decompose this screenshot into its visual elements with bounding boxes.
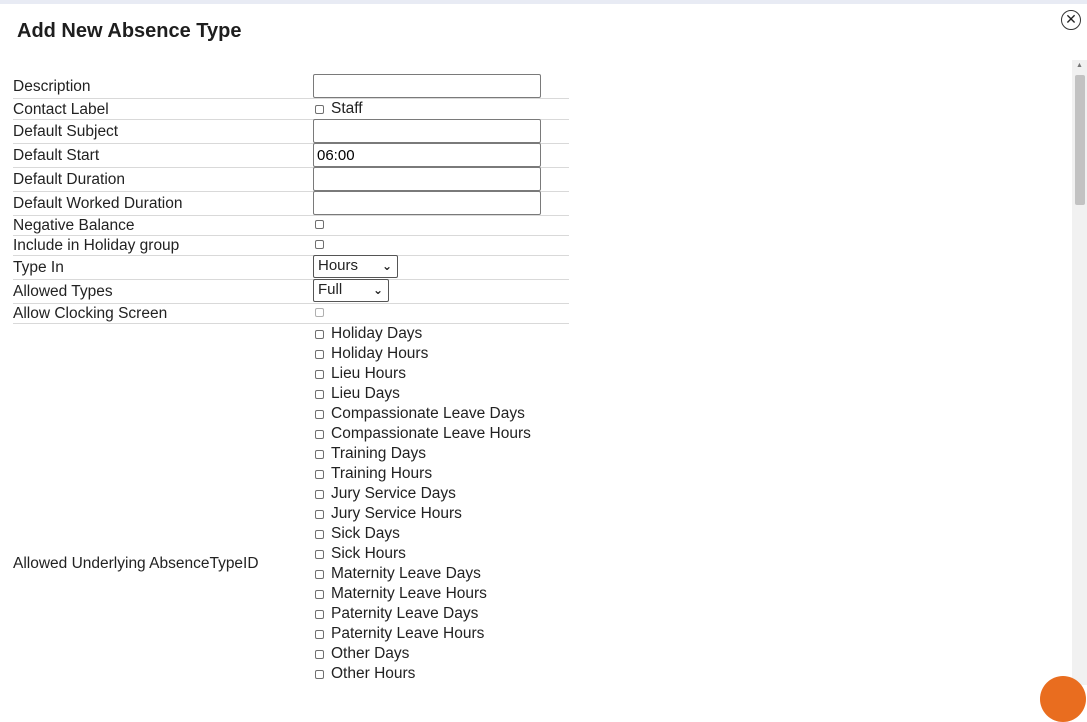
underlying-option-checkbox[interactable] [315, 389, 324, 399]
type-in-row: Type In Hours ⌄ [13, 255, 569, 280]
underlying-option-label: Sick Hours [331, 545, 406, 562]
underlying-option-label: Paternity Leave Hours [331, 625, 485, 642]
underlying-option-checkbox[interactable] [315, 529, 324, 539]
contact-label-label: Contact Label [13, 101, 109, 118]
underlying-option-checkbox[interactable] [315, 609, 324, 619]
underlying-option-checkbox[interactable] [315, 409, 324, 419]
underlying-option-label: Lieu Hours [331, 365, 406, 382]
contact-label-row: Contact Label Staff [13, 99, 569, 120]
include-in-holiday-group-checkbox[interactable] [315, 240, 324, 250]
staff-checkbox-label: Staff [331, 100, 363, 117]
underlying-option-label: Paternity Leave Days [331, 605, 479, 622]
underlying-option-item[interactable]: Other Days [315, 644, 409, 664]
allowed-underlying-label: Allowed Underlying AbsenceTypeID [13, 555, 259, 572]
underlying-option-label: Other Hours [331, 665, 416, 682]
type-in-label: Type In [13, 259, 64, 276]
chevron-down-icon: ⌄ [372, 283, 383, 297]
default-worked-duration-input[interactable] [313, 191, 541, 215]
underlying-option-item[interactable]: Training Days [315, 444, 426, 464]
underlying-option-item[interactable]: Holiday Hours [315, 344, 428, 364]
underlying-option-item[interactable]: Jury Service Hours [315, 504, 462, 524]
description-row: Description [13, 74, 569, 99]
underlying-option-label: Training Hours [331, 465, 433, 482]
underlying-option-checkbox[interactable] [315, 469, 324, 479]
allowed-types-select[interactable]: Full ⌄ [313, 279, 389, 302]
underlying-option-label: Lieu Days [331, 385, 400, 402]
include-in-holiday-group-label: Include in Holiday group [13, 237, 180, 254]
underlying-option-label: Holiday Hours [331, 345, 429, 362]
underlying-option-item[interactable]: Lieu Days [315, 384, 400, 404]
include-in-holiday-group-row: Include in Holiday group [13, 236, 569, 256]
default-duration-input[interactable] [313, 167, 541, 191]
underlying-option-item[interactable]: Compassionate Leave Hours [315, 424, 531, 444]
allowed-types-selected-value: Full [318, 281, 343, 298]
underlying-option-item[interactable]: Sick Days [315, 524, 400, 544]
underlying-option-item[interactable]: Paternity Leave Days [315, 604, 478, 624]
underlying-option-checkbox[interactable] [315, 429, 324, 439]
description-label: Description [13, 78, 91, 95]
underlying-option-item[interactable]: Compassionate Leave Days [315, 404, 525, 424]
underlying-option-checkbox[interactable] [315, 349, 324, 359]
allow-clocking-screen-label: Allow Clocking Screen [13, 305, 168, 322]
underlying-option-label: Maternity Leave Hours [331, 585, 487, 602]
default-start-row: Default Start [13, 143, 569, 168]
underlying-option-item[interactable]: Maternity Leave Hours [315, 584, 487, 604]
staff-checkbox[interactable] [315, 104, 324, 114]
scrollbar-thumb[interactable] [1075, 75, 1085, 205]
scroll-up-icon[interactable]: ▲ [1076, 62, 1083, 69]
underlying-option-item[interactable]: Maternity Leave Days [315, 564, 481, 584]
negative-balance-label: Negative Balance [13, 217, 135, 234]
underlying-option-item[interactable]: Jury Service Days [315, 484, 456, 504]
underlying-option-label: Jury Service Hours [331, 505, 462, 522]
underlying-option-item[interactable]: Training Hours [315, 464, 432, 484]
default-subject-label: Default Subject [13, 123, 119, 140]
underlying-option-item[interactable]: Other Hours [315, 664, 415, 684]
underlying-option-label: Holiday Days [331, 325, 423, 342]
underlying-option-label: Sick Days [331, 525, 400, 542]
underlying-option-item[interactable]: Lieu Hours [315, 364, 406, 384]
default-start-label: Default Start [13, 147, 100, 164]
underlying-option-label: Jury Service Days [331, 485, 456, 502]
negative-balance-checkbox[interactable] [315, 220, 324, 230]
underlying-option-checkbox[interactable] [315, 589, 324, 599]
underlying-option-checkbox[interactable] [315, 449, 324, 459]
default-worked-duration-row: Default Worked Duration [13, 191, 569, 216]
underlying-option-checkbox[interactable] [315, 329, 324, 339]
underlying-option-item[interactable]: Holiday Days [315, 324, 422, 344]
allowed-types-row: Allowed Types Full ⌄ [13, 279, 569, 304]
default-subject-row: Default Subject [13, 119, 569, 144]
underlying-option-label: Maternity Leave Days [331, 565, 481, 582]
allow-clocking-screen-row: Allow Clocking Screen [13, 304, 569, 324]
underlying-option-label: Training Days [331, 445, 427, 462]
allowed-types-label: Allowed Types [13, 283, 113, 300]
default-worked-duration-label: Default Worked Duration [13, 195, 183, 212]
negative-balance-row: Negative Balance [13, 216, 569, 236]
absence-type-form: Description Contact Label Staff Default … [0, 0, 1072, 685]
underlying-option-label: Compassionate Leave Days [331, 405, 525, 422]
underlying-option-label: Compassionate Leave Hours [331, 425, 531, 442]
underlying-option-item[interactable]: Sick Hours [315, 544, 406, 564]
allow-clocking-screen-checkbox[interactable] [315, 308, 324, 318]
underlying-option-checkbox[interactable] [315, 549, 324, 559]
default-start-input[interactable] [313, 143, 541, 167]
default-duration-row: Default Duration [13, 167, 569, 192]
underlying-option-label: Other Days [331, 645, 410, 662]
underlying-option-checkbox[interactable] [315, 649, 324, 659]
default-subject-input[interactable] [313, 119, 541, 143]
default-duration-label: Default Duration [13, 171, 126, 188]
underlying-option-checkbox[interactable] [315, 629, 324, 639]
underlying-option-checkbox[interactable] [315, 569, 324, 579]
chevron-down-icon: ⌄ [381, 259, 392, 273]
underlying-option-checkbox[interactable] [315, 509, 324, 519]
help-fab-button[interactable] [1040, 676, 1086, 722]
allowed-underlying-row: Allowed Underlying AbsenceTypeID Holiday… [13, 324, 569, 685]
underlying-option-checkbox[interactable] [315, 669, 324, 679]
underlying-option-checkbox[interactable] [315, 489, 324, 499]
description-input[interactable] [313, 74, 541, 98]
underlying-option-item[interactable]: Paternity Leave Hours [315, 624, 484, 644]
underlying-option-checkbox[interactable] [315, 369, 324, 379]
type-in-selected-value: Hours [318, 257, 359, 274]
type-in-select[interactable]: Hours ⌄ [313, 255, 398, 278]
